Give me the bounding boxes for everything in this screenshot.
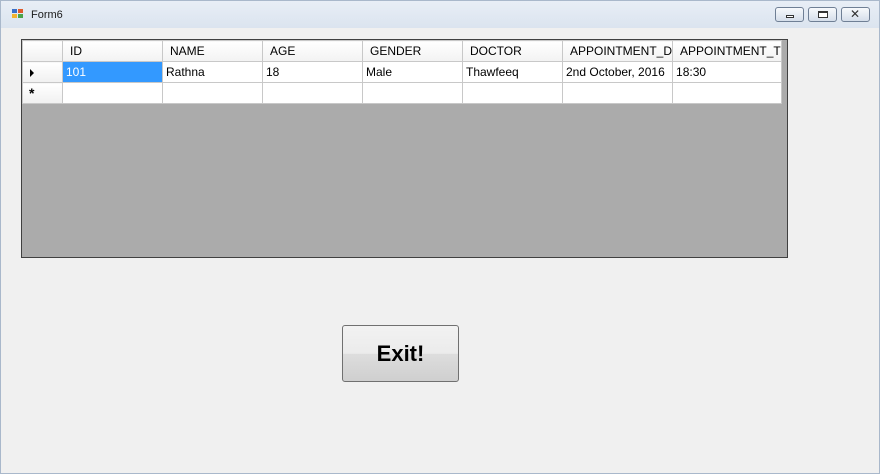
cell-id[interactable]: 101	[62, 61, 163, 83]
new-cell-appointment-date[interactable]	[561, 82, 674, 104]
column-header-appointment-time[interactable]: APPOINTMENT_T	[672, 40, 782, 62]
cell-doctor[interactable]: Thawfeeq	[462, 61, 563, 83]
row-header[interactable]	[22, 61, 63, 83]
column-header-name[interactable]: NAME	[162, 40, 263, 62]
appointments-data-grid[interactable]: ID NAME AGE GENDER DOCTOR APPOINTMENT_D …	[21, 39, 788, 258]
exit-button[interactable]: Exit!	[342, 325, 459, 382]
close-icon: ✕	[850, 7, 861, 21]
new-row-asterisk-icon: *	[29, 85, 35, 101]
column-header-age[interactable]: AGE	[262, 40, 363, 62]
column-header-gender[interactable]: GENDER	[362, 40, 463, 62]
table-row[interactable]: 101 Rathna 18 Male Thawfeeq 2nd October,…	[22, 61, 782, 83]
minimize-icon	[786, 15, 794, 18]
cell-name[interactable]: Rathna	[162, 61, 263, 83]
window-title: Form6	[31, 9, 63, 21]
cell-age[interactable]: 18	[262, 61, 363, 83]
grid-header-row: ID NAME AGE GENDER DOCTOR APPOINTMENT_D …	[22, 40, 782, 62]
new-cell-name[interactable]	[162, 82, 263, 104]
title-bar[interactable]: Form6 ✕	[1, 1, 879, 28]
cell-gender[interactable]: Male	[362, 61, 463, 83]
current-row-arrow-icon	[30, 69, 34, 77]
new-cell-doctor[interactable]	[462, 82, 563, 104]
column-header-appointment-date[interactable]: APPOINTMENT_D	[561, 40, 674, 62]
grid-corner-header[interactable]	[22, 40, 63, 62]
minimize-button[interactable]	[775, 7, 804, 22]
new-row[interactable]: *	[22, 82, 782, 104]
restore-icon	[818, 11, 828, 18]
form-window: Form6 ✕ ID NAME AGE GENDER DOCTOR APPOIN…	[0, 0, 880, 474]
new-row-header[interactable]: *	[22, 82, 63, 104]
cell-appointment-time[interactable]: 18:30	[672, 61, 782, 83]
new-cell-gender[interactable]	[362, 82, 463, 104]
column-header-id[interactable]: ID	[62, 40, 163, 62]
form-app-icon[interactable]	[12, 9, 25, 20]
column-header-doctor[interactable]: DOCTOR	[462, 40, 563, 62]
grid-table: ID NAME AGE GENDER DOCTOR APPOINTMENT_D …	[22, 40, 782, 104]
close-button[interactable]: ✕	[841, 7, 870, 22]
new-cell-age[interactable]	[262, 82, 363, 104]
new-cell-id[interactable]	[62, 82, 163, 104]
restore-button[interactable]	[808, 7, 837, 22]
cell-appointment-date[interactable]: 2nd October, 2016	[561, 61, 674, 83]
new-cell-appointment-time[interactable]	[672, 82, 782, 104]
